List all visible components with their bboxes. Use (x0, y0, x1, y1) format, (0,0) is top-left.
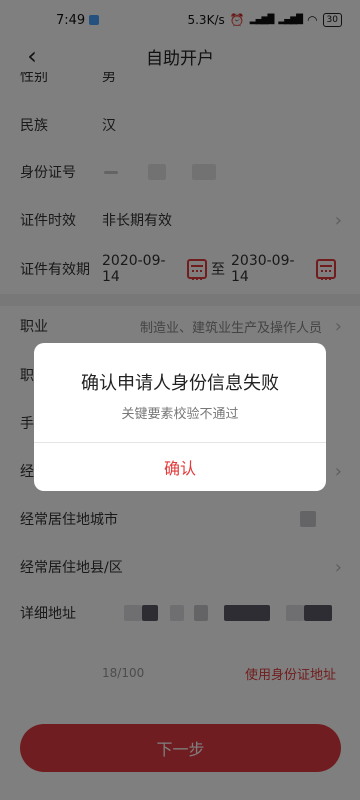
error-dialog: 确认申请人身份信息失败 关键要素校验不通过 确认 (34, 343, 326, 491)
dialog-message: 关键要素校验不通过 (121, 407, 239, 422)
dialog-confirm-button[interactable]: 确认 (34, 443, 326, 491)
dialog-title: 确认申请人身份信息失败 (81, 373, 279, 394)
